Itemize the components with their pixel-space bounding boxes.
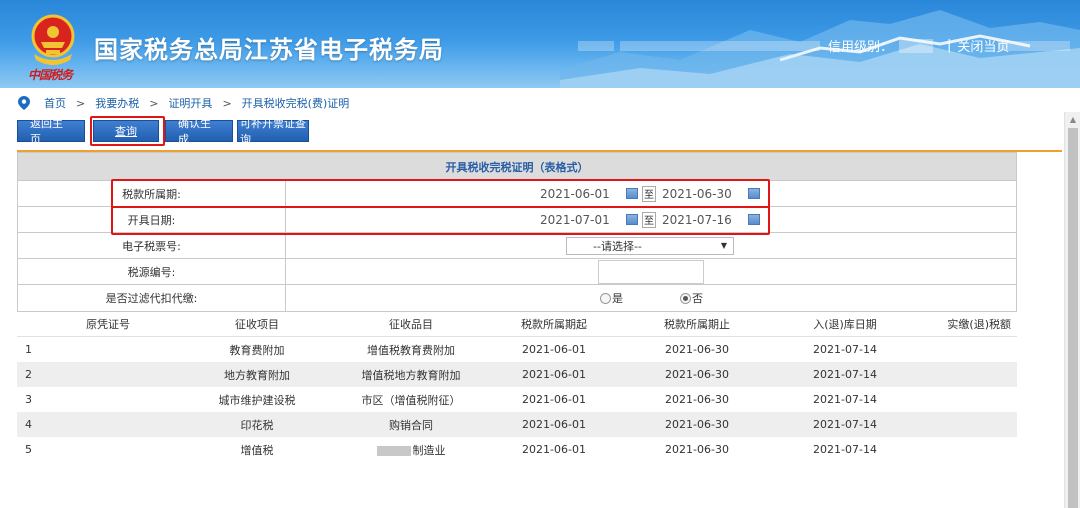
radio-yes[interactable] bbox=[600, 292, 611, 304]
location-pin-icon bbox=[18, 96, 30, 110]
col-levy-category: 征收品目 bbox=[389, 318, 433, 331]
breadcrumb-tax-service[interactable]: 我要办税 bbox=[95, 95, 139, 111]
close-page-link[interactable]: 关闭当页 bbox=[957, 36, 1009, 55]
date-range-highlight-divider bbox=[111, 206, 770, 208]
col-period-end: 税款所属期止 bbox=[664, 318, 730, 331]
source-number-input[interactable] bbox=[598, 259, 704, 284]
toolbar: 返回主页 查询 确认生成 可补开票证查询 bbox=[17, 117, 313, 146]
vertical-scrollbar[interactable]: ▲ bbox=[1064, 112, 1080, 508]
table-row[interactable]: 1 教育费附加 增值税教育费附加 2021-06-01 2021-06-30 2… bbox=[17, 337, 1017, 362]
credit-level-label: 信用级别： bbox=[828, 40, 894, 55]
form-title: 开具税收完税证明（表格式） bbox=[18, 153, 1016, 181]
table-row[interactable]: 3 城市维护建设税 市区（增值税附征） 2021-06-01 2021-06-3… bbox=[17, 387, 1017, 412]
results-table: 原凭证号 征收项目 征收品目 税款所属期起 税款所属期止 入(退)库日期 实缴(… bbox=[17, 312, 1017, 462]
col-period-start: 税款所属期起 bbox=[521, 318, 587, 331]
breadcrumb-home[interactable]: 首页 bbox=[44, 95, 66, 111]
breadcrumb-certificate[interactable]: 证明开具 bbox=[168, 95, 212, 111]
breadcrumb-separator: > bbox=[76, 96, 86, 110]
col-tax-amount: 实缴(退)税额 bbox=[947, 318, 1011, 331]
header-separator: | bbox=[947, 38, 952, 53]
filter-label: 是否过滤代扣代缴: bbox=[18, 285, 286, 311]
radio-no[interactable] bbox=[680, 292, 691, 304]
ticket-label: 电子税票号: bbox=[18, 233, 286, 258]
source-label: 税源编号: bbox=[18, 259, 286, 284]
brand-script: 中国税务 bbox=[28, 68, 73, 82]
decor-stripe bbox=[620, 41, 820, 51]
breadcrumb-separator: > bbox=[149, 96, 159, 110]
query-highlight-box bbox=[90, 116, 165, 146]
back-home-button[interactable]: 返回主页 bbox=[17, 117, 85, 146]
source-row: 税源编号: bbox=[18, 259, 1016, 285]
confirm-generate-button[interactable]: 确认生成 bbox=[165, 117, 233, 146]
table-row[interactable]: 4 印花税 购销合同 2021-06-01 2021-06-30 2021-07… bbox=[17, 412, 1017, 437]
decor-stripe bbox=[578, 41, 614, 51]
table-row[interactable]: 5 增值税 制造业 2021-06-01 2021-06-30 2021-07-… bbox=[17, 437, 1017, 462]
chevron-down-icon: ▼ bbox=[720, 241, 727, 250]
col-levy-item: 征收项目 bbox=[235, 318, 279, 331]
breadcrumb-separator: > bbox=[222, 96, 232, 110]
ticket-row: 电子税票号: --请选择-- ▼ bbox=[18, 233, 1016, 259]
filter-yes-option[interactable]: 是 bbox=[600, 290, 623, 306]
ticket-select[interactable]: --请选择-- ▼ bbox=[566, 236, 734, 255]
site-title: 国家税务总局江苏省电子税务局 bbox=[94, 36, 444, 64]
header-links: 信用级别： | 关闭当页 bbox=[828, 36, 1009, 55]
supplementary-query-button[interactable]: 可补开票证查询 bbox=[237, 117, 309, 146]
filter-row: 是否过滤代扣代缴: 是 否 bbox=[18, 285, 1016, 311]
table-header: 原凭证号 征收项目 征收品目 税款所属期起 税款所属期止 入(退)库日期 实缴(… bbox=[17, 312, 1017, 337]
redacted-block bbox=[376, 445, 411, 456]
scroll-up-icon[interactable]: ▲ bbox=[1065, 112, 1080, 126]
col-storage-date: 入(退)库日期 bbox=[813, 318, 877, 331]
breadcrumb: 首页 > 我要办税 > 证明开具 > 开具税收完税(费)证明 bbox=[18, 94, 349, 112]
col-voucher-no: 原凭证号 bbox=[86, 318, 130, 331]
scroll-thumb[interactable] bbox=[1068, 128, 1078, 508]
credit-level-value bbox=[899, 38, 934, 53]
tax-emblem-icon bbox=[31, 14, 75, 65]
filter-no-option[interactable]: 否 bbox=[680, 290, 703, 306]
table-row[interactable]: 2 地方教育附加 增值税地方教育附加 2021-06-01 2021-06-30… bbox=[17, 362, 1017, 387]
site-header: 中国税务 国家税务总局江苏省电子税务局 信用级别： | 关闭当页 bbox=[0, 0, 1080, 88]
breadcrumb-current: 开具税收完税(费)证明 bbox=[241, 97, 350, 110]
